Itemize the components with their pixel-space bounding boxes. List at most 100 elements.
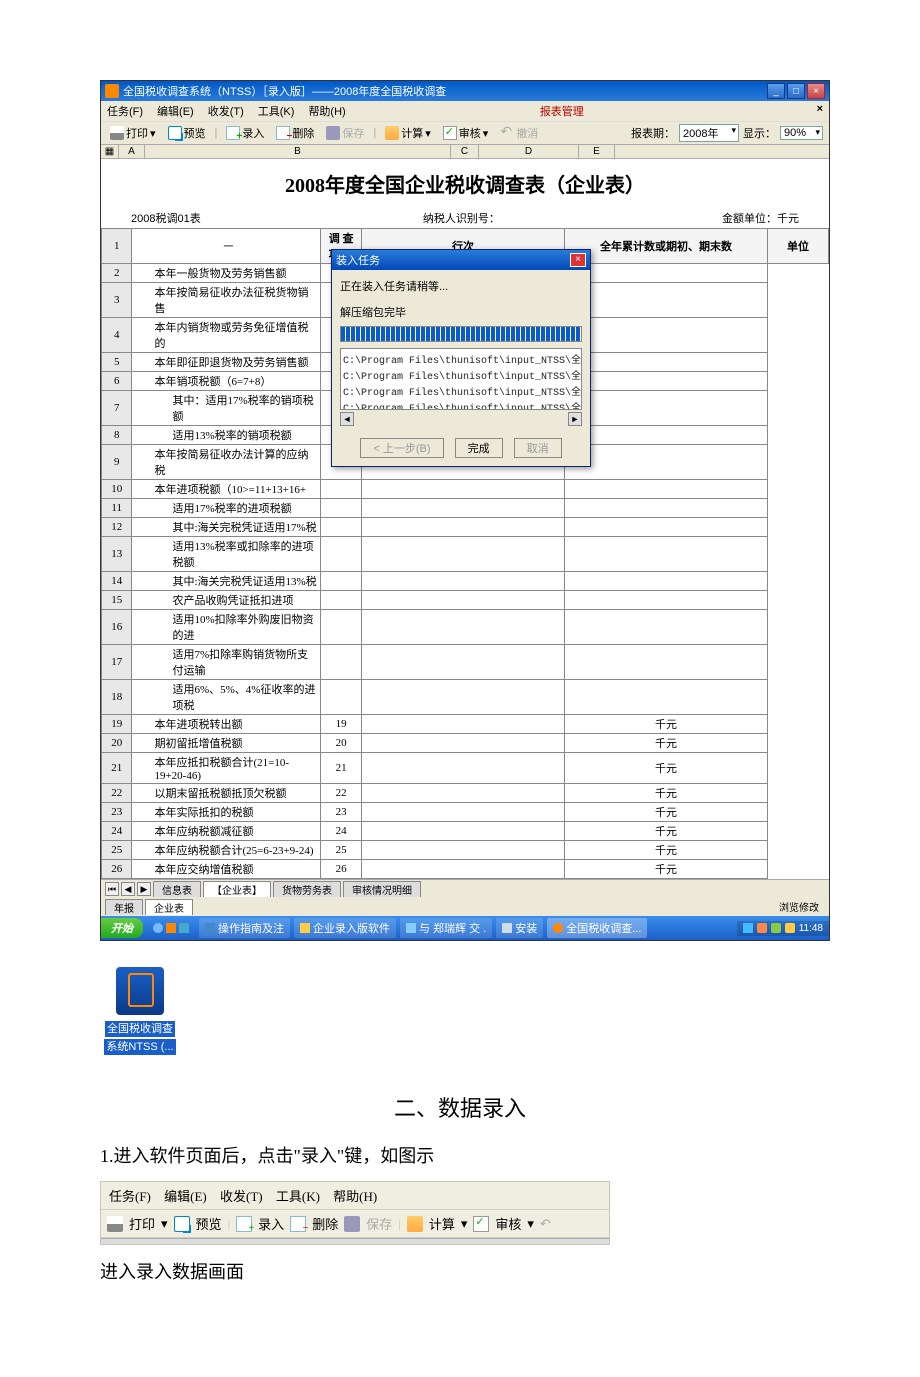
- zoom-combo[interactable]: 90%: [780, 126, 823, 140]
- menu2-edit[interactable]: 编辑(E): [164, 1189, 207, 1204]
- value-cell[interactable]: [361, 753, 564, 784]
- compute-button[interactable]: 计算 ▾: [382, 124, 434, 142]
- value-cell[interactable]: [361, 715, 564, 734]
- item-name: 本年即征即退货物及劳务销售额: [132, 353, 321, 372]
- log-scroll-left[interactable]: ◄: [340, 412, 354, 426]
- row-head: 8: [102, 426, 132, 445]
- value-cell[interactable]: [361, 734, 564, 753]
- system-tray[interactable]: 11:48: [737, 921, 829, 936]
- status-browse-edit: 浏览修改: [779, 899, 825, 915]
- import-button-2[interactable]: 录入: [258, 1214, 284, 1233]
- import-icon-2: [236, 1216, 252, 1232]
- save-button[interactable]: 保存: [323, 124, 367, 142]
- menu2-task[interactable]: 任务(F): [109, 1189, 151, 1204]
- close-button[interactable]: ×: [807, 83, 825, 99]
- delete-button[interactable]: 删除: [273, 124, 317, 142]
- value-cell[interactable]: [361, 480, 564, 499]
- column-b[interactable]: B: [145, 145, 451, 158]
- menu2-help[interactable]: 帮助(H): [333, 1189, 377, 1204]
- unit-cell: 千元: [564, 841, 767, 860]
- row-number: [321, 499, 362, 518]
- value-cell[interactable]: [361, 499, 564, 518]
- maximize-button[interactable]: □: [787, 83, 805, 99]
- save-icon: [326, 126, 340, 140]
- dialog-close-button[interactable]: ×: [570, 253, 586, 267]
- item-name: 本年进项税额（10>=11+13+16+: [132, 480, 321, 499]
- unit-cell: 千元: [564, 822, 767, 841]
- menu-edit[interactable]: 编辑(E): [157, 103, 194, 119]
- tab-enterprise[interactable]: 【企业表】: [203, 881, 271, 897]
- unit-cell: [564, 680, 767, 715]
- audit-button[interactable]: 审核 ▾: [440, 124, 492, 142]
- print-button[interactable]: 打印 ▾: [107, 124, 159, 142]
- value-cell[interactable]: [361, 591, 564, 610]
- row-number: 25: [321, 841, 362, 860]
- delete-button-2[interactable]: 删除: [312, 1214, 338, 1233]
- desktop-shortcut[interactable]: 全国税收调查 系统NTSS (...: [100, 967, 180, 1055]
- inner-close-button[interactable]: ×: [817, 103, 823, 119]
- value-cell[interactable]: [361, 860, 564, 879]
- value-cell[interactable]: [361, 680, 564, 715]
- column-c[interactable]: C: [451, 145, 479, 158]
- taskbar-item-chat[interactable]: 与 郑瑞辉 交 .: [400, 918, 492, 938]
- finish-button[interactable]: 完成: [455, 438, 503, 458]
- value-cell[interactable]: [361, 645, 564, 680]
- tab-info[interactable]: 信息表: [153, 881, 201, 897]
- log-scroll-right[interactable]: ►: [568, 412, 582, 426]
- item-name: 其中:海关完税凭证适用17%税: [132, 518, 321, 537]
- menu-tools[interactable]: 工具(K): [258, 103, 295, 119]
- value-cell[interactable]: [361, 803, 564, 822]
- tab-audit-detail[interactable]: 审核情况明细: [343, 881, 421, 897]
- menu2-send[interactable]: 收发(T): [220, 1189, 263, 1204]
- column-d[interactable]: D: [479, 145, 579, 158]
- taskbar-item-software[interactable]: 企业录入版软件: [294, 918, 396, 938]
- value-cell[interactable]: [361, 537, 564, 572]
- minimize-button[interactable]: _: [767, 83, 785, 99]
- value-cell[interactable]: [361, 784, 564, 803]
- tab-enterprise-2[interactable]: 企业表: [145, 899, 193, 915]
- tab-goods[interactable]: 货物劳务表: [273, 881, 341, 897]
- preview-button[interactable]: 预览: [165, 124, 209, 142]
- preview-button-2[interactable]: 预览: [196, 1214, 222, 1233]
- tab-annual[interactable]: 年报: [105, 899, 143, 915]
- tab-report-manage[interactable]: 报表管理: [540, 103, 584, 119]
- menu-help[interactable]: 帮助(H): [308, 103, 345, 119]
- menu2-tools[interactable]: 工具(K): [276, 1189, 320, 1204]
- tray-icon-1: [743, 923, 753, 933]
- grid-corner-button[interactable]: ▦: [101, 145, 119, 158]
- period-combo[interactable]: 2008年: [679, 124, 739, 142]
- menu-send[interactable]: 收发(T): [208, 103, 244, 119]
- unit-cell: [564, 426, 767, 445]
- chat-icon: [406, 923, 416, 933]
- row-head: 14: [102, 572, 132, 591]
- row-number: 19: [321, 715, 362, 734]
- start-button[interactable]: 开始: [101, 918, 143, 938]
- tray-icon-3: [771, 923, 781, 933]
- value-cell[interactable]: [361, 518, 564, 537]
- compute-button-2[interactable]: 计算: [429, 1214, 455, 1233]
- unit-cell: [564, 391, 767, 426]
- row-head: 24: [102, 822, 132, 841]
- undo-button[interactable]: 撤消: [497, 124, 541, 142]
- column-a[interactable]: A: [119, 145, 145, 158]
- taskbar-item-guide[interactable]: 操作指南及注: [199, 918, 290, 938]
- print-button-2[interactable]: 打印: [129, 1214, 155, 1233]
- unit-cell: [564, 283, 767, 318]
- taskbar-item-active[interactable]: 全国税收调查...: [547, 918, 647, 938]
- value-cell[interactable]: [361, 822, 564, 841]
- row-head: 10: [102, 480, 132, 499]
- quick-launch[interactable]: [147, 921, 195, 935]
- taskbar-item-install[interactable]: 安装: [496, 918, 543, 938]
- value-cell[interactable]: [361, 841, 564, 860]
- value-cell[interactable]: [361, 610, 564, 645]
- tab-nav-prev[interactable]: ◀: [121, 882, 135, 896]
- tab-nav-next[interactable]: ▶: [137, 882, 151, 896]
- column-e[interactable]: E: [579, 145, 615, 158]
- dialog-title: 装入任务: [336, 252, 380, 268]
- value-cell[interactable]: [361, 572, 564, 591]
- tab-nav-first[interactable]: ⏮: [105, 882, 119, 896]
- import-button[interactable]: 录入: [223, 124, 267, 142]
- audit-button-2[interactable]: 审核: [495, 1214, 521, 1233]
- menu-task[interactable]: 任务(F): [107, 103, 143, 119]
- window-title: 全国税收调查系统（NTSS）［录入版］——2008年度全国税收调查: [123, 83, 767, 99]
